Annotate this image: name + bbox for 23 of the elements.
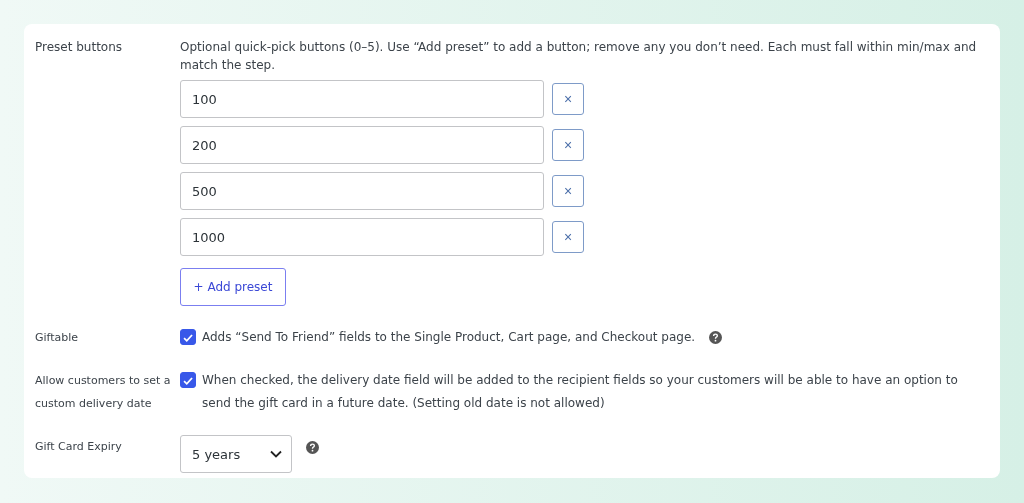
preset-input[interactable]: 100 [180, 80, 544, 118]
checkbox[interactable] [180, 372, 196, 388]
preset-input[interactable]: 500 [180, 172, 544, 210]
help-icon[interactable] [709, 331, 723, 344]
setting-label: Gift Card Expiry [35, 439, 123, 455]
chevron-down-icon [270, 450, 282, 458]
help-icon[interactable] [306, 441, 319, 454]
checkbox-label: When checked, the delivery date field will be added to the recipient fields so your customers will be able to have an option to send the gift card in a future date. (Setting old date is not allowed) [202, 372, 959, 412]
expiry-select[interactable]: 5 years [180, 435, 292, 473]
description-text: Optional quick-pick buttons (0–5). Use “Add preset” to add a button; remove any you don’t need. Each must fall within min/max and match the step. [180, 39, 978, 74]
add-preset-button[interactable]: + Add preset [180, 268, 286, 306]
setting-label: Preset buttons [35, 39, 124, 56]
setting-label: Giftable [35, 330, 80, 346]
preset-input[interactable]: 1000 [180, 218, 544, 256]
select-value: 5 years [192, 446, 241, 462]
setting-label: Allow customers to set a custom delivery date [35, 373, 172, 412]
checkbox[interactable] [180, 329, 196, 345]
remove-button[interactable]: × [552, 221, 584, 253]
remove-button[interactable]: × [552, 129, 584, 161]
preset-input[interactable]: 200 [180, 126, 544, 164]
remove-button[interactable]: × [552, 83, 584, 115]
checkbox-label: Adds “Send To Friend” fields to the Single Product, Cart page, and Checkout page. [202, 329, 696, 346]
remove-button[interactable]: × [552, 175, 584, 207]
